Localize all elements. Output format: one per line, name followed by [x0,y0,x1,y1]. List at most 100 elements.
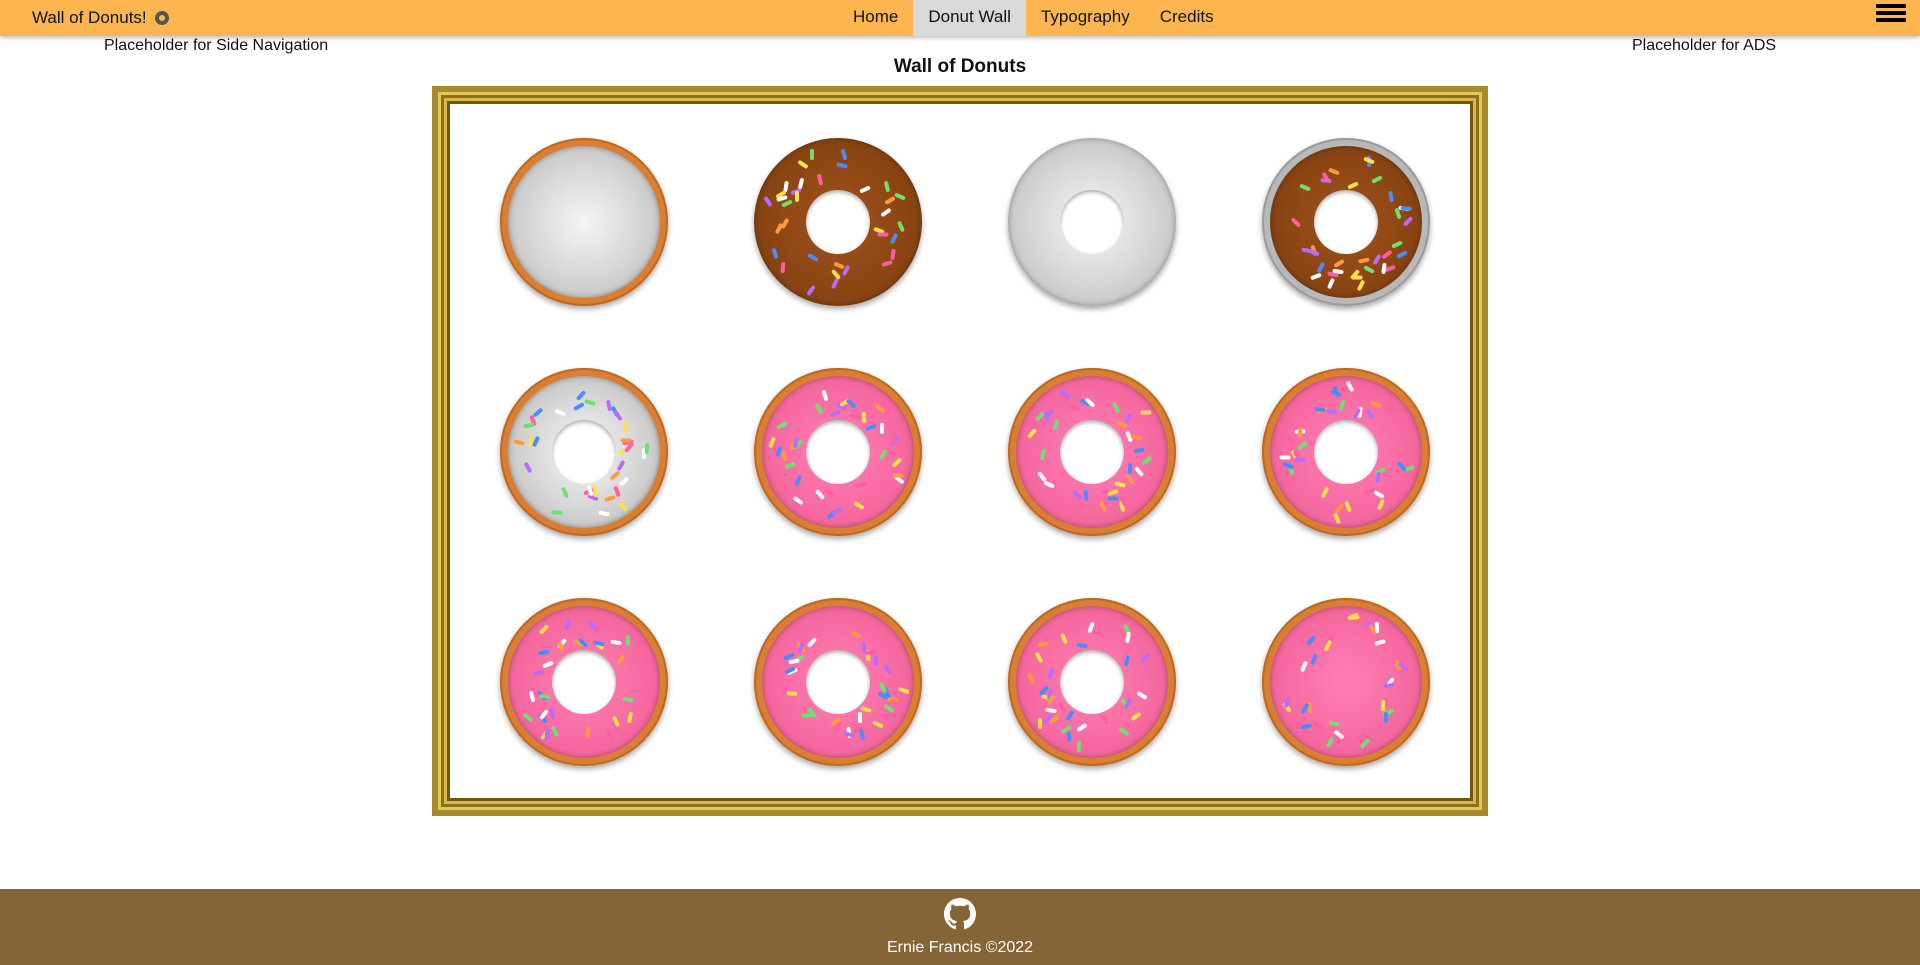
sprinkle [1300,723,1312,730]
sprinkle [856,480,868,489]
donut[interactable] [500,598,668,766]
donut[interactable] [1008,368,1176,536]
sprinkle [878,448,888,460]
sprinkle [1333,258,1345,269]
sprinkle [1073,490,1084,502]
sprinkle [1345,380,1355,392]
sprinkle [1127,463,1132,475]
sprinkle [1130,712,1142,722]
sprinkle [1325,736,1334,749]
sprinkle [1283,696,1291,709]
sprinkle [1310,653,1318,666]
sprinkle [1064,709,1075,722]
nav-credits[interactable]: Credits [1145,0,1229,36]
sprinkle [1372,253,1382,265]
sprinkle [1312,720,1324,731]
sprinkle [528,690,536,703]
hamburger-menu-icon[interactable] [1876,2,1906,29]
sprinkle [1388,190,1394,203]
sprinkle [538,650,550,656]
donut[interactable] [1008,598,1176,766]
sprinkle [1370,400,1383,409]
donut[interactable] [1262,138,1430,306]
sprinkle [824,488,837,497]
github-icon[interactable] [944,898,976,930]
nav-home[interactable]: Home [838,0,913,36]
donut[interactable] [754,598,922,766]
donut-icing [508,146,660,298]
sprinkle [1111,401,1120,414]
sprinkle [786,691,798,697]
donut-hole [1314,420,1378,484]
brand-link[interactable]: Wall of Donuts! [32,0,169,36]
footer-copyright: Ernie Francis ©2022 [886,939,1034,956]
donut-hole [1314,190,1378,254]
sprinkle [1125,473,1136,485]
donut[interactable] [500,368,668,536]
sprinkle [1374,622,1380,634]
sprinkle [1290,217,1302,228]
sprinkle [1100,713,1110,726]
sprinkle [780,261,786,273]
sprinkle [513,438,525,446]
sprinkle [781,199,793,208]
sprinkle [788,658,800,665]
main-nav: Home Donut Wall Typography Credits [838,0,1229,36]
donut[interactable] [1262,598,1430,766]
sprinkle [1287,434,1296,446]
sprinkle [1320,486,1330,499]
sprinkle [1059,632,1068,645]
sprinkle [1344,500,1353,513]
sprinkle [618,476,630,487]
sprinkle [564,618,572,631]
sprinkle [1384,406,1397,414]
donut[interactable] [1262,368,1430,536]
sprinkle [1374,472,1381,484]
sprinkle [853,501,865,511]
sprinkle [887,697,900,703]
sprinkle [872,720,884,729]
sprinkle [884,713,896,718]
sprinkle [883,703,896,714]
sprinkle [542,660,554,669]
sprinkle [1325,408,1338,415]
sprinkle [551,509,563,515]
sprinkle [883,664,893,676]
donut[interactable] [754,138,922,306]
sprinkle [1365,408,1375,421]
sprinkle [881,259,894,267]
sprinkle [1069,405,1081,413]
donut[interactable] [1008,138,1176,306]
sprinkle [763,196,773,208]
sprinkle [613,409,624,421]
nav-donut-wall[interactable]: Donut Wall [913,0,1026,36]
sprinkle [791,495,804,506]
sprinkle [622,696,634,702]
sprinkle [892,472,904,478]
sprinkle [1125,631,1131,644]
donut-wall [456,110,1464,792]
sprinkle [1045,707,1057,714]
sprinkle [1107,489,1120,497]
sprinkle [1373,639,1386,647]
sprinkle [1047,667,1055,680]
sprinkle [1140,455,1153,466]
sprinkle [1316,261,1326,274]
sprinkle [1381,249,1393,260]
sprinkle [1391,240,1403,249]
sprinkle [1036,641,1049,648]
sprinkle [626,711,633,724]
donut-hole [552,420,616,484]
sprinkle [573,402,585,412]
sprinkle [1332,268,1345,274]
sprinkle [797,159,809,170]
nav-typography[interactable]: Typography [1026,0,1145,36]
donut-hole [806,190,870,254]
sprinkle [522,422,535,429]
donut[interactable] [500,138,668,306]
sprinkle [891,456,903,468]
sprinkle [1383,682,1395,689]
sprinkle [1034,651,1044,664]
donut[interactable] [754,368,922,536]
sprinkle [793,474,802,487]
